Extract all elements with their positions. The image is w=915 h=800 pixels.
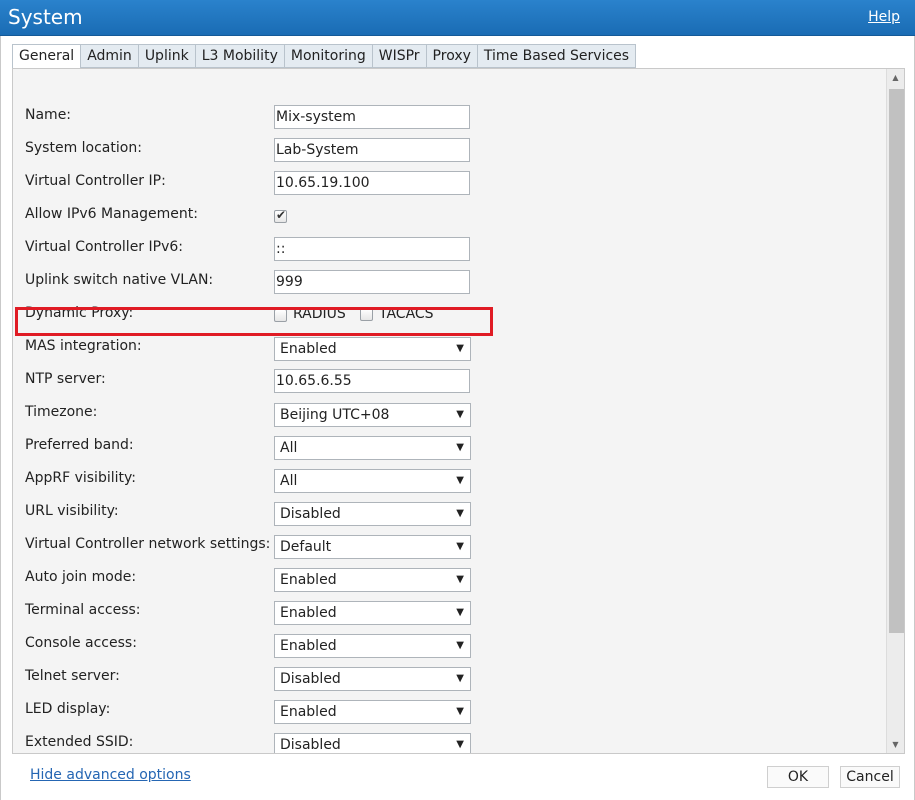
system-location-input[interactable]: Lab-System [274, 138, 470, 162]
telnet-server-value: Disabled [280, 671, 341, 687]
vc-ipv6-input[interactable]: :: [274, 237, 470, 261]
name-input[interactable]: Mix-system [274, 105, 470, 129]
preferred-band-label: Preferred band: [25, 437, 134, 453]
extended-ssid-label: Extended SSID: [25, 734, 134, 750]
general-settings-form: Name: Mix-system System location: Lab-Sy… [12, 68, 905, 754]
arrow-down-icon[interactable]: ▼ [887, 736, 904, 753]
dynamic-proxy-label: Dynamic Proxy: [25, 305, 134, 321]
url-visibility-value: Disabled [280, 506, 341, 522]
uplink-vlan-label: Uplink switch native VLAN: [25, 272, 214, 288]
extended-ssid-select[interactable]: Disabled ▼ [274, 733, 471, 753]
caret-down-icon: ▼ [456, 574, 464, 585]
tab-l3-mobility[interactable]: L3 Mobility [195, 44, 285, 68]
tab-general[interactable]: General [12, 44, 82, 69]
auto-join-label: Auto join mode: [25, 569, 137, 585]
apprf-visibility-label: AppRF visibility: [25, 470, 136, 486]
allow-ipv6-checkbox[interactable] [274, 208, 287, 223]
terminal-access-value: Enabled [280, 605, 337, 621]
tab-admin[interactable]: Admin [81, 44, 139, 68]
apprf-visibility-value: All [280, 473, 298, 489]
tab-time-based-services[interactable]: Time Based Services [477, 44, 637, 68]
caret-down-icon: ▼ [456, 640, 464, 651]
caret-down-icon: ▼ [456, 475, 464, 486]
url-visibility-label: URL visibility: [25, 503, 119, 519]
tacacs-checkbox[interactable] [360, 308, 373, 321]
tab-monitoring[interactable]: Monitoring [284, 44, 373, 68]
caret-down-icon: ▼ [456, 607, 464, 618]
vc-network-settings-label: Virtual Controller network settings: [25, 536, 271, 552]
name-label: Name: [25, 107, 72, 123]
title-bar: System Help [0, 0, 915, 36]
hide-advanced-options-link[interactable]: Hide advanced options [30, 767, 191, 783]
led-display-value: Enabled [280, 704, 337, 720]
cancel-button[interactable]: Cancel [840, 766, 900, 788]
mas-integration-label: MAS integration: [25, 338, 142, 354]
auto-join-value: Enabled [280, 572, 337, 588]
dialog-panel: General Admin Uplink L3 Mobility Monitor… [0, 36, 915, 800]
auto-join-select[interactable]: Enabled ▼ [274, 568, 471, 592]
terminal-access-select[interactable]: Enabled ▼ [274, 601, 471, 625]
radius-checkbox[interactable] [274, 309, 287, 322]
caret-down-icon: ▼ [456, 541, 464, 552]
vertical-scrollbar[interactable]: ▲ ▼ [886, 69, 904, 753]
vc-network-settings-select[interactable]: Default ▼ [274, 535, 471, 559]
extended-ssid-value: Disabled [280, 737, 341, 753]
led-display-label: LED display: [25, 701, 111, 717]
vc-ip-label: Virtual Controller IP: [25, 173, 166, 189]
tab-proxy[interactable]: Proxy [426, 44, 478, 68]
console-access-value: Enabled [280, 638, 337, 654]
preferred-band-select[interactable]: All ▼ [274, 436, 471, 460]
caret-down-icon: ▼ [456, 409, 464, 420]
allow-ipv6-label: Allow IPv6 Management: [25, 206, 198, 222]
vc-ipv6-label: Virtual Controller IPv6: [25, 239, 183, 255]
mas-integration-value: Enabled [280, 341, 337, 357]
uplink-vlan-input[interactable]: 999 [274, 270, 470, 294]
apprf-visibility-select[interactable]: All ▼ [274, 469, 471, 493]
arrow-up-icon[interactable]: ▲ [887, 69, 904, 86]
led-display-select[interactable]: Enabled ▼ [274, 700, 471, 724]
tacacs-label: TACACS [379, 306, 434, 322]
url-visibility-select[interactable]: Disabled ▼ [274, 502, 471, 526]
tab-wispr[interactable]: WISPr [372, 44, 427, 68]
timezone-select[interactable]: Beijing UTC+08 ▼ [274, 403, 471, 427]
preferred-band-value: All [280, 440, 298, 456]
caret-down-icon: ▼ [456, 343, 464, 354]
ntp-server-input[interactable]: 10.65.6.55 [274, 369, 470, 393]
caret-down-icon: ▼ [456, 442, 464, 453]
help-link[interactable]: Help [868, 9, 900, 25]
telnet-server-label: Telnet server: [25, 668, 120, 684]
vc-network-settings-value: Default [280, 539, 332, 555]
ntp-server-label: NTP server: [25, 371, 106, 387]
tab-bar: General Admin Uplink L3 Mobility Monitor… [12, 44, 637, 69]
mas-integration-select[interactable]: Enabled ▼ [274, 337, 471, 361]
caret-down-icon: ▼ [456, 673, 464, 684]
telnet-server-select[interactable]: Disabled ▼ [274, 667, 471, 691]
window-title: System [8, 5, 83, 29]
caret-down-icon: ▼ [456, 739, 464, 750]
system-location-label: System location: [25, 140, 142, 156]
timezone-value: Beijing UTC+08 [280, 407, 390, 423]
vc-ip-input[interactable]: 10.65.19.100 [274, 171, 470, 195]
tab-uplink[interactable]: Uplink [138, 44, 196, 68]
scroll-thumb[interactable] [889, 89, 904, 633]
radius-label: RADIUS [293, 306, 346, 322]
console-access-select[interactable]: Enabled ▼ [274, 634, 471, 658]
caret-down-icon: ▼ [456, 508, 464, 519]
terminal-access-label: Terminal access: [25, 602, 141, 618]
caret-down-icon: ▼ [456, 706, 464, 717]
timezone-label: Timezone: [25, 404, 98, 420]
console-access-label: Console access: [25, 635, 137, 651]
ok-button[interactable]: OK [767, 766, 829, 788]
